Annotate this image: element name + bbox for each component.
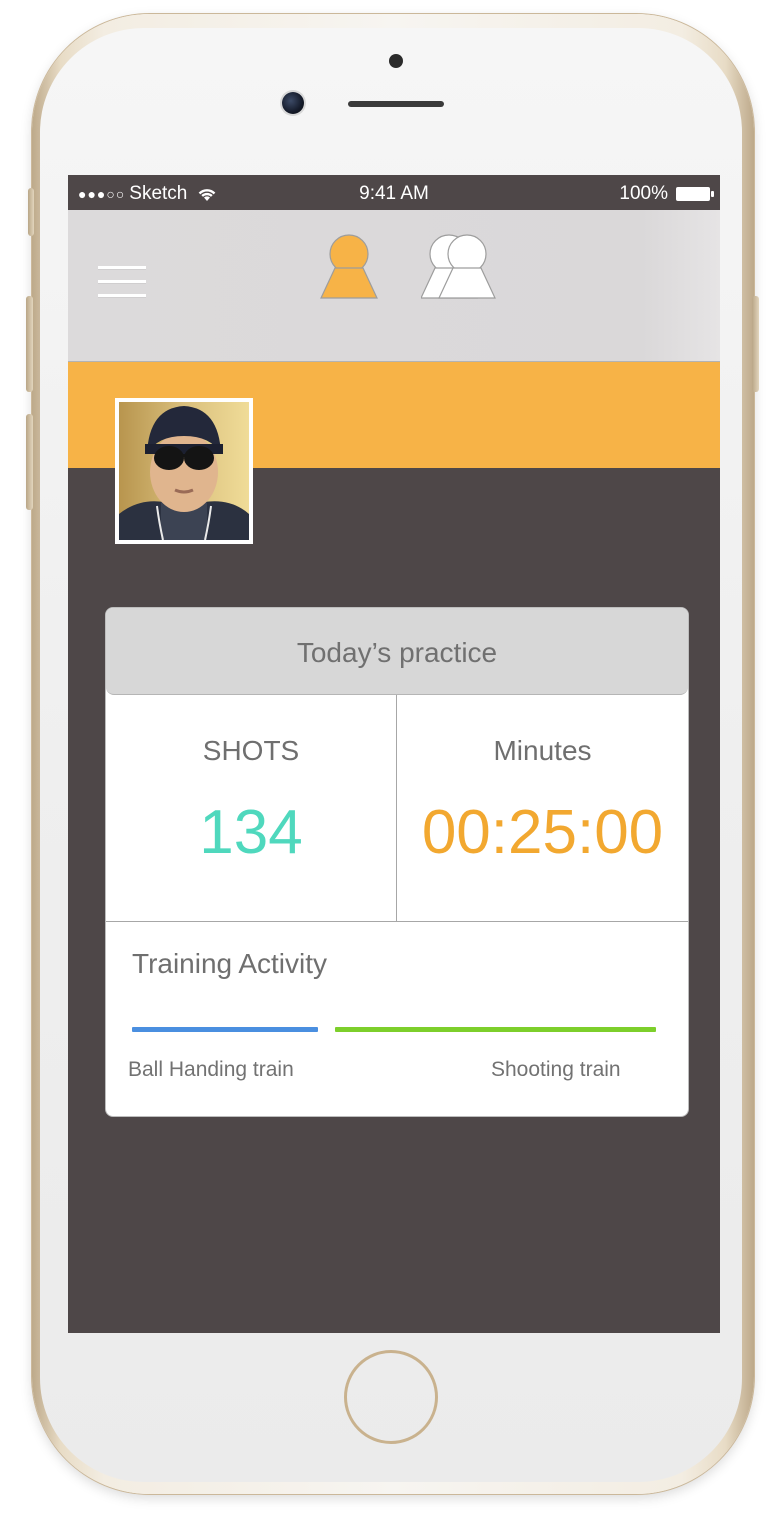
practice-card: Today’s practice SHOTS 134 Minutes 00:25… bbox=[105, 607, 689, 1117]
shooting-bar bbox=[335, 1027, 656, 1032]
earpiece-speaker bbox=[348, 101, 444, 107]
volume-up-button bbox=[26, 296, 33, 392]
shooting-label: Shooting train bbox=[491, 1058, 621, 1081]
nav-bar bbox=[68, 210, 720, 362]
app-screen: ●●●○○ Sketch 9:41 AM 100% Today’s practi… bbox=[68, 175, 720, 1333]
mute-switch bbox=[28, 188, 34, 236]
group-people-icon[interactable] bbox=[420, 234, 499, 307]
battery-percent: 100% bbox=[619, 183, 668, 204]
user-photo bbox=[119, 402, 249, 540]
front-camera bbox=[282, 92, 304, 114]
ball-handling-bar bbox=[132, 1027, 318, 1032]
home-button[interactable] bbox=[344, 1350, 438, 1444]
status-bar: ●●●○○ Sketch 9:41 AM 100% bbox=[68, 175, 720, 210]
power-button bbox=[752, 296, 759, 392]
minutes-label: Minutes bbox=[493, 735, 592, 766]
proximity-sensor bbox=[389, 54, 403, 68]
hamburger-icon[interactable] bbox=[98, 266, 146, 302]
status-right: 100% bbox=[619, 183, 714, 205]
minutes-value: 00:25:00 bbox=[421, 798, 664, 867]
ball-handling-label: Ball Handing train bbox=[128, 1058, 294, 1081]
shots-stat: SHOTS 134 bbox=[106, 695, 397, 921]
single-person-icon[interactable] bbox=[319, 234, 379, 307]
battery-icon bbox=[676, 187, 714, 201]
training-activity-title: Training Activity bbox=[132, 948, 328, 979]
card-divider bbox=[106, 921, 688, 922]
minutes-stat: Minutes 00:25:00 bbox=[397, 695, 688, 921]
shots-label: SHOTS bbox=[202, 735, 300, 766]
user-avatar[interactable] bbox=[115, 398, 253, 544]
card-header: Today’s practice bbox=[106, 608, 688, 695]
shots-value: 134 bbox=[199, 798, 303, 867]
volume-down-button bbox=[26, 414, 33, 510]
